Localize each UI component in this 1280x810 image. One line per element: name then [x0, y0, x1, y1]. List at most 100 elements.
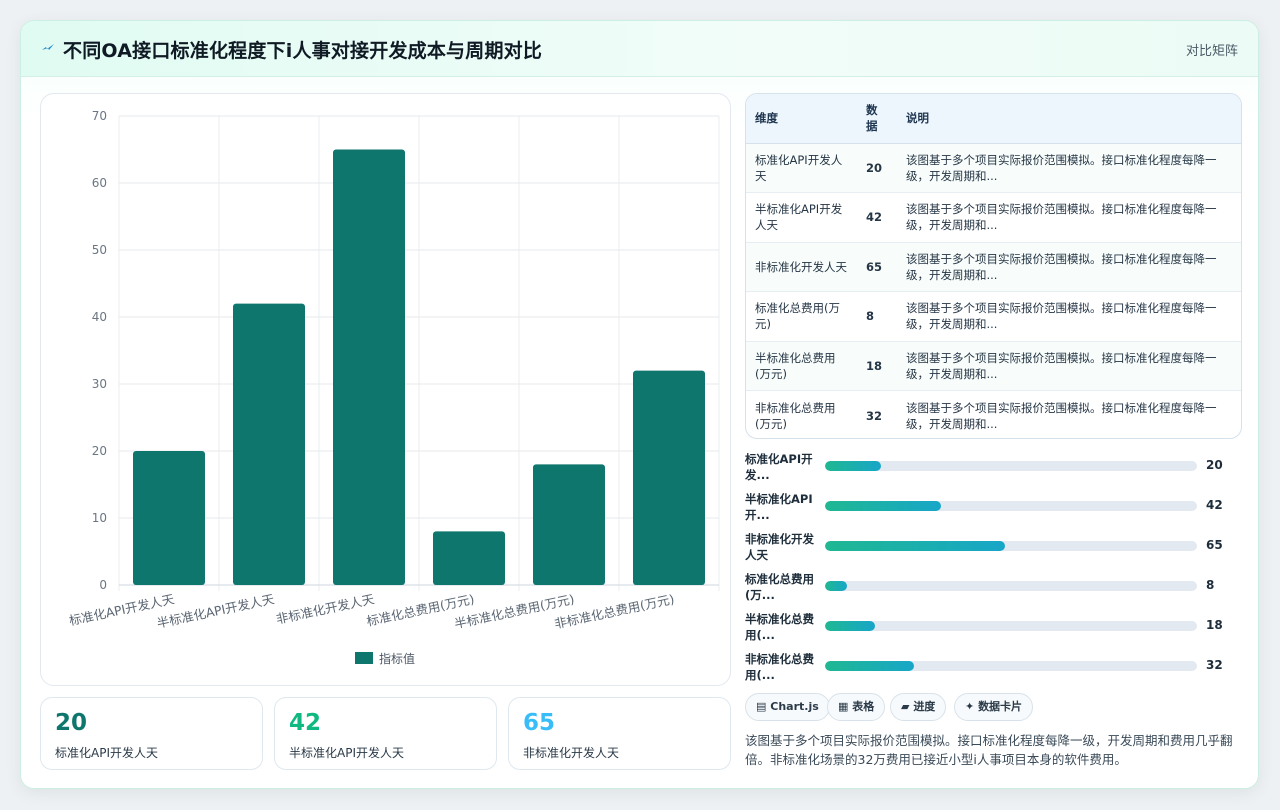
cell-description: 该图基于多个项目实际报价范围模拟。接口标准化程度每降一级，开发周期和... — [897, 192, 1241, 243]
chart-note: 该图基于多个项目实际报价范围模拟。接口标准化程度每降一级，开发周期和费用几乎翻倍… — [745, 733, 1233, 767]
view-mode-tag[interactable]: 对比矩阵 — [1186, 40, 1238, 59]
chip-label: 表格 — [852, 700, 875, 713]
progress-fill — [825, 541, 1006, 551]
y-tick-label: 60 — [92, 176, 107, 190]
progress-fill — [825, 581, 847, 591]
progress-row: 非标准化开发人天 65 — [745, 531, 1225, 565]
progress-row: 标准化总费用(万... 8 — [745, 571, 1225, 605]
cell-description: 该图基于多个项目实际报价范围模拟。接口标准化程度每降一级，开发周期和... — [897, 291, 1241, 342]
cell-value: 20 — [857, 143, 897, 193]
kpi-card-semi-standard: 42 半标准化API开发人天 — [274, 697, 497, 770]
progress-track — [825, 461, 1197, 471]
table-row: 非标准化总费用(万元) 32 该图基于多个项目实际报价范围模拟。接口标准化程度每… — [746, 391, 1241, 439]
header: 不同OA接口标准化程度下i人事对接开发成本与周期对比 对比矩阵 — [21, 21, 1258, 77]
progress-fill — [825, 661, 914, 671]
cell-dimension: 非标准化总费用(万元) — [755, 400, 836, 431]
chip-progress[interactable]: ▰ 进度 — [890, 693, 947, 721]
table-row: 半标准化总费用(万元) 18 该图基于多个项目实际报价范围模拟。接口标准化程度每… — [746, 341, 1241, 391]
progress-label: 半标准化总费用(... — [745, 612, 814, 642]
cell-description: 该图基于多个项目实际报价范围模拟。接口标准化程度每降一级，开发周期和... — [897, 341, 1241, 391]
progress-track — [825, 621, 1197, 631]
chip-data-cards[interactable]: ✦ 数据卡片 — [954, 693, 1034, 721]
progress-track — [825, 541, 1197, 551]
bar — [533, 464, 605, 585]
dashboard-card: 不同OA接口标准化程度下i人事对接开发成本与周期对比 对比矩阵 0 10 20 30 4… — [20, 20, 1259, 789]
progress-value: 18 — [1206, 618, 1223, 632]
progress-label: 标准化总费用(万... — [745, 572, 814, 602]
progress-label: 标准化API开发... — [745, 452, 813, 482]
column-header-description: 说明 — [897, 94, 1241, 144]
progress-row: 标准化API开发... 20 — [745, 451, 1225, 485]
y-tick-label: 20 — [92, 444, 107, 458]
progress-icon: ▰ — [901, 700, 910, 713]
chart-icon: ▤ — [756, 700, 767, 713]
progress-fill — [825, 501, 942, 511]
sparkle-icon: ✦ — [965, 700, 975, 713]
column-header-dimension: 维度 — [746, 94, 857, 144]
progress-row: 半标准化总费用(... 18 — [745, 611, 1225, 645]
progress-fill — [825, 461, 881, 471]
y-tick-label: 50 — [92, 243, 107, 257]
chip-chartjs[interactable]: ▤ Chart.js — [745, 693, 830, 721]
table-row: 标准化API开发人天 20 该图基于多个项目实际报价范围模拟。接口标准化程度每降… — [746, 143, 1241, 193]
progress-row: 非标准化总费用(... 32 — [745, 651, 1225, 685]
page-title: 不同OA接口标准化程度下i人事对接开发成本与周期对比 — [63, 40, 543, 62]
cell-description: 该图基于多个项目实际报价范围模拟。接口标准化程度每降一级，开发周期和... — [897, 143, 1241, 193]
cell-dimension: 半标准化API开发人天 — [746, 192, 857, 243]
bar — [433, 531, 505, 585]
kpi-label: 半标准化API开发人天 — [289, 746, 404, 760]
table-icon: ▦ — [838, 700, 849, 713]
progress-track — [825, 581, 1197, 591]
kpi-label: 标准化API开发人天 — [55, 746, 158, 760]
kpi-value: 65 — [523, 710, 556, 736]
cell-value: 8 — [857, 291, 897, 342]
kpi-label: 非标准化开发人天 — [523, 746, 620, 760]
bar-chart: 010203040506070标准化API开发人天半标准化API开发人天 非标准化… — [68, 109, 720, 666]
cell-dimension: 标准化总费用(万元) — [746, 291, 857, 342]
progress-label: 非标准化开发人天 — [745, 532, 814, 562]
table-row: 标准化总费用(万元) 8 该图基于多个项目实际报价范围模拟。接口标准化程度每降一… — [746, 291, 1241, 342]
chip-label: Chart.js — [770, 700, 819, 713]
y-tick-label: 10 — [92, 511, 107, 525]
progress-value: 20 — [1206, 458, 1223, 472]
bar — [133, 451, 205, 585]
chip-label: 进度 — [913, 700, 936, 713]
cell-dimension: 标准化API开发人天 — [746, 143, 857, 193]
legend-label: 指标值 — [379, 651, 415, 666]
progress-row: 半标准化API开... 42 — [745, 491, 1225, 525]
kpi-value: 42 — [289, 710, 322, 736]
progress-fill — [825, 621, 875, 631]
progress-value: 65 — [1206, 538, 1223, 552]
cell-value: 65 — [857, 242, 897, 292]
cell-value: 32 — [866, 408, 883, 423]
table-row: 半标准化API开发人天 42 该图基于多个项目实际报价范围模拟。接口标准化程度每… — [746, 192, 1241, 243]
bar — [333, 149, 405, 585]
cell-value: 18 — [857, 341, 897, 391]
kpi-value: 20 — [55, 710, 88, 736]
y-tick-label: 30 — [92, 377, 107, 391]
table-header-row: 维度 数据 说明 — [746, 94, 1241, 144]
kpi-card-standard: 20 标准化API开发人天 — [40, 697, 263, 770]
cell-dimension: 半标准化总费用(万元) — [746, 341, 857, 391]
chip-table[interactable]: ▦ 表格 — [827, 693, 886, 721]
table-row: 非标准化开发人天 65 该图基于多个项目实际报价范围模拟。接口标准化程度每降一级… — [746, 242, 1241, 292]
progress-value: 32 — [1206, 658, 1223, 672]
spark-icon — [42, 44, 54, 50]
y-tick-label: 0 — [99, 578, 107, 592]
progress-value: 42 — [1206, 498, 1223, 512]
bar-chart-panel: 0 10 20 30 40 50 60 70 标准化API开发人天 半标准化API开发人天 非标准化… — [40, 93, 731, 686]
bar — [233, 303, 305, 585]
progress-label: 半标准化API开... — [745, 492, 813, 522]
progress-value: 8 — [1206, 578, 1215, 592]
chip-label: 数据卡片 — [978, 700, 1023, 713]
kpi-card-non-standard: 65 非标准化开发人天 — [508, 697, 731, 770]
bar — [633, 370, 705, 585]
cell-description: 该图基于多个项目实际报价范围模拟。接口标准化程度每降一级，开发周期和... — [906, 400, 1217, 431]
progress-label: 非标准化总费用(... — [745, 652, 814, 682]
cell-description: 该图基于多个项目实际报价范围模拟。接口标准化程度每降一级，开发周期和... — [897, 242, 1241, 292]
x-tick-label: 非标准化开发人天 — [275, 591, 376, 627]
y-tick-label: 70 — [92, 109, 107, 123]
cell-value: 42 — [857, 192, 897, 243]
progress-track — [825, 501, 1197, 511]
legend-swatch — [355, 652, 373, 664]
